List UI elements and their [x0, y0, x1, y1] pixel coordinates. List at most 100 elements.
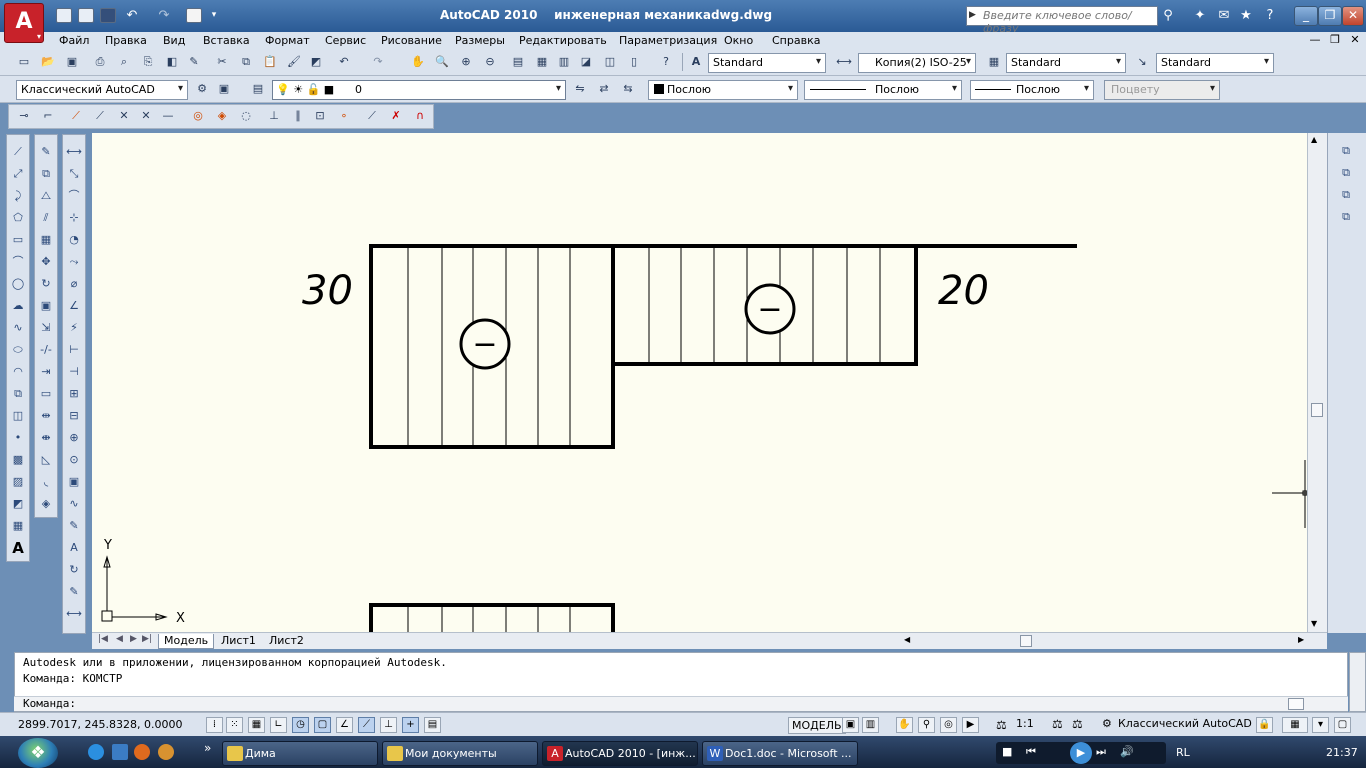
ellipse-icon[interactable]: ⬭	[10, 342, 26, 358]
extend-icon[interactable]: ⇥	[38, 364, 54, 380]
text-icon[interactable]: A	[10, 540, 26, 556]
lineweight-select[interactable]: Послою	[970, 80, 1094, 100]
circle-icon[interactable]: ◯	[10, 276, 26, 292]
customize-icon[interactable]: ▣	[216, 81, 232, 97]
model-space-button[interactable]: МОДЕЛЬ	[788, 717, 846, 734]
bring-to-front-icon[interactable]: ⧉	[1338, 143, 1354, 159]
continue-dim-icon[interactable]: ⊣	[66, 364, 82, 380]
ordinate-dim-icon[interactable]: ⊹	[66, 210, 82, 226]
aligned-dim-icon[interactable]: ⤡	[66, 166, 82, 182]
snap-quadrant-icon[interactable]: ◈	[214, 108, 230, 124]
angular-dim-icon[interactable]: ∠	[66, 298, 82, 314]
snap-tangent-icon[interactable]: ◌	[238, 108, 254, 124]
doc-minimize-button[interactable]: —	[1308, 33, 1322, 47]
menu-view[interactable]: Вид	[163, 34, 185, 47]
bring-above-icon[interactable]: ⧉	[1338, 187, 1354, 203]
tolerance-icon[interactable]: ⊕	[66, 430, 82, 446]
dim-style-icon[interactable]: ✎	[66, 584, 82, 600]
polar-toggle[interactable]: ◷	[292, 717, 309, 733]
clock[interactable]: 21:37	[1326, 746, 1358, 759]
chamfer-icon[interactable]: ◺	[38, 452, 54, 468]
workspace-switch-icon[interactable]: ⚙	[1102, 717, 1112, 730]
snap-apparent-icon[interactable]: ✕	[138, 108, 154, 124]
language-indicator[interactable]: RL	[1176, 746, 1190, 759]
hatch-icon[interactable]: ▩	[10, 452, 26, 468]
tab-nav-next-icon[interactable]: ▶	[130, 634, 137, 644]
hscroll-left-icon[interactable]: ◀	[904, 635, 910, 644]
text-style-icon[interactable]: A	[688, 54, 704, 70]
snap-node-icon[interactable]: ∘	[336, 108, 352, 124]
layer-properties-icon[interactable]: ▤	[250, 81, 266, 97]
media-volume-icon[interactable]: 🔊	[1120, 745, 1134, 758]
autocad-logo-icon[interactable]: A ▾	[4, 3, 44, 43]
dim-style-icon[interactable]: ⟷	[836, 54, 852, 70]
open-icon[interactable]	[78, 8, 94, 23]
scroll-up-icon[interactable]: ▲	[1311, 135, 1317, 144]
jogged-dim-icon[interactable]: ⤳	[66, 254, 82, 270]
snap-mode-toggle[interactable]: ⁙	[226, 717, 243, 733]
undo-icon[interactable]: ↶	[336, 54, 352, 70]
vertical-scroll-thumb[interactable]	[1311, 403, 1323, 417]
make-current-layer-icon[interactable]: ⇋	[572, 81, 588, 97]
fillet-icon[interactable]: ◟	[38, 474, 54, 490]
insert-block-icon[interactable]: ⧉	[10, 386, 26, 402]
snap-perpendicular-icon[interactable]: ⊥	[266, 108, 282, 124]
minimize-button[interactable]: _	[1294, 6, 1318, 26]
zoom-icon[interactable]: ⚲	[918, 717, 935, 733]
save-icon[interactable]: ▣	[64, 54, 80, 70]
diameter-dim-icon[interactable]: ⌀	[66, 276, 82, 292]
media-prev-icon[interactable]: ⏮	[1026, 745, 1036, 759]
quick-view-drawings-icon[interactable]: ▥	[862, 717, 879, 733]
snap-endpoint-icon[interactable]: ⟋	[68, 108, 84, 124]
menu-file[interactable]: Файл	[59, 34, 89, 47]
arc-length-icon[interactable]: ⌒	[66, 188, 82, 204]
publish-icon[interactable]: ⎘	[140, 54, 156, 70]
layer-state-icon[interactable]: ⇆	[620, 81, 636, 97]
snap-center-icon[interactable]: ◎	[190, 108, 206, 124]
quicklaunch-more-icon[interactable]: »	[204, 741, 211, 755]
osnap-settings-icon[interactable]: ∩	[412, 108, 428, 124]
line-icon[interactable]: ⟋	[10, 144, 26, 160]
move-icon[interactable]: ✥	[38, 254, 54, 270]
tab-nav-last-icon[interactable]: ▶|	[142, 634, 152, 644]
infer-constraints-toggle[interactable]: ⁞	[206, 717, 223, 733]
markup-icon[interactable]: ◫	[602, 54, 618, 70]
linear-dim-icon[interactable]: ⟷	[66, 144, 82, 160]
plot-preview-icon[interactable]: ⌕	[116, 54, 132, 70]
command-vertical-scrollbar[interactable]	[1349, 652, 1366, 712]
layer-previous-icon[interactable]: ⇄	[596, 81, 612, 97]
menu-modify[interactable]: Редактировать	[519, 34, 607, 47]
annotation-scale-select[interactable]: 1:1	[1016, 717, 1034, 730]
clean-screen-icon[interactable]: ▢	[1334, 717, 1351, 733]
binoculars-icon[interactable]: ⚲	[1160, 8, 1176, 23]
plot-icon[interactable]	[186, 8, 202, 23]
menu-tools[interactable]: Сервис	[325, 34, 366, 47]
zoom-window-icon[interactable]: ⊕	[458, 54, 474, 70]
close-button[interactable]: ✕	[1342, 6, 1364, 26]
sheet-set-icon[interactable]: ◪	[578, 54, 594, 70]
help-icon[interactable]: ?	[1262, 8, 1278, 23]
menu-edit[interactable]: Правка	[105, 34, 147, 47]
tab-layout2[interactable]: Лист2	[264, 634, 309, 649]
firefox-icon[interactable]	[134, 744, 150, 760]
doc-restore-button[interactable]: ❐	[1328, 33, 1342, 47]
vertical-scrollbar[interactable]: ▲ ▼	[1307, 133, 1327, 632]
command-prompt[interactable]: Команда:	[23, 697, 76, 710]
snap-from-icon[interactable]: ⌐	[40, 108, 56, 124]
menu-format[interactable]: Формат	[265, 34, 310, 47]
dim-break-icon[interactable]: ⊟	[66, 408, 82, 424]
search-input[interactable]: ▶ Введите ключевое слово/фразу	[966, 6, 1158, 35]
break-icon[interactable]: ⇹	[38, 408, 54, 424]
erase-icon[interactable]: ✎	[38, 144, 54, 160]
save-icon[interactable]	[100, 8, 116, 23]
dim-edit-icon[interactable]: ✎	[66, 518, 82, 534]
dim-text-edit-icon[interactable]: A	[66, 540, 82, 556]
help-icon[interactable]: ?	[658, 54, 674, 70]
task-autocad[interactable]: A AutoCAD 2010 - [инж...	[542, 741, 698, 766]
mirror-icon[interactable]: ⧍	[38, 188, 54, 204]
quickcalc-icon[interactable]: ▯	[626, 54, 642, 70]
text-style-select[interactable]: Standard	[708, 53, 826, 73]
snap-intersection-icon[interactable]: ✕	[116, 108, 132, 124]
media-play-icon[interactable]: ▶	[1070, 742, 1092, 764]
tab-nav-first-icon[interactable]: |◀	[98, 634, 108, 644]
